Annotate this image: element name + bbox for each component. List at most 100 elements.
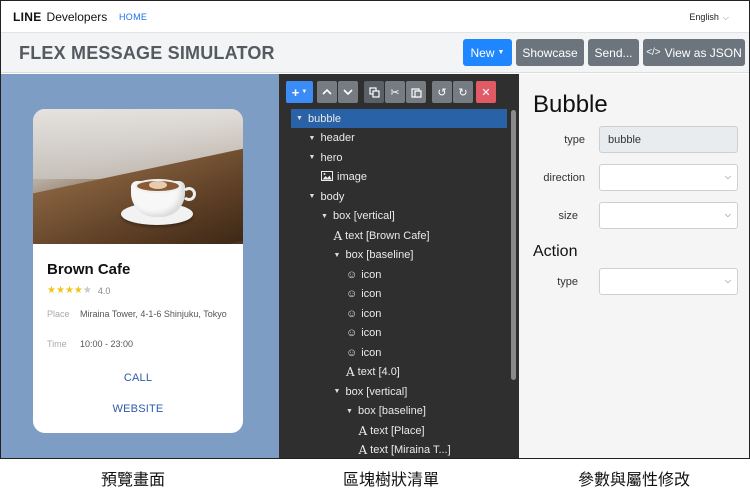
- undo-button[interactable]: ↺: [432, 81, 452, 103]
- smiley-icon: ☺: [346, 307, 358, 320]
- type-field: bubble: [599, 126, 738, 153]
- tree-node[interactable]: Atext [Brown Cafe]: [334, 226, 430, 245]
- add-component-button[interactable]: + ▼: [286, 81, 313, 103]
- brand-name: LINE: [13, 10, 42, 24]
- send-button[interactable]: Send...: [588, 39, 639, 66]
- tree-node-label: icon: [361, 346, 382, 359]
- tree-node-label: hero: [320, 151, 343, 164]
- view-json-button[interactable]: </> View as JSON: [643, 39, 745, 66]
- screenshot-figure: LINE Developers HOME English ⌵ FLEX MESSAG…: [0, 0, 750, 494]
- tree-node-label: box [vertical]: [333, 210, 395, 222]
- plus-icon: +: [291, 84, 300, 100]
- tree-node[interactable]: Atext [4.0]: [346, 363, 400, 382]
- caption-properties: 參數與屬性修改: [578, 470, 691, 489]
- size-select[interactable]: ⌵: [599, 202, 738, 229]
- chevron-down-icon: ⌵: [724, 172, 731, 181]
- action-type-select[interactable]: ⌵: [599, 268, 738, 295]
- tree-list: ▼ bubble ▼ header ▼ hero image ▼ body ▼ box [verti…: [291, 109, 508, 459]
- caption-tree: 區塊樹狀清單: [343, 470, 440, 489]
- tree-node[interactable]: ▼ hero: [309, 148, 343, 167]
- copy-icon: [368, 86, 380, 98]
- direction-label: direction: [543, 172, 585, 184]
- tree-node[interactable]: image: [321, 168, 367, 187]
- action-section-title: Action: [533, 243, 578, 260]
- app-window: LINE Developers HOME English ⌵ FLEX MESSAG…: [0, 0, 750, 459]
- tree-node[interactable]: ▼ bubble: [291, 109, 507, 128]
- caption-preview: 預覽畫面: [101, 470, 166, 489]
- tree-node[interactable]: Atext [Miraina T...]: [358, 441, 451, 459]
- brand-logo[interactable]: LINE Developers: [13, 10, 107, 24]
- language-selector[interactable]: English ⌵: [689, 12, 729, 23]
- tree-node-label: text [4.0]: [357, 366, 400, 378]
- action-type-label: type: [557, 276, 578, 288]
- page-title: FLEX MESSAGE SIMULATOR: [19, 43, 275, 63]
- redo-button[interactable]: ↻: [453, 81, 473, 103]
- tree-node[interactable]: ▼ body: [309, 187, 345, 206]
- hero-latte-art: [149, 181, 167, 189]
- undo-icon: ↺: [437, 86, 447, 99]
- tree-node-label: icon: [361, 307, 382, 320]
- showcase-button[interactable]: Showcase: [516, 39, 584, 66]
- move-down-button[interactable]: [338, 81, 358, 103]
- language-label: English: [689, 12, 719, 22]
- block-tree-panel: + ▼ ✂ ↺ ↻ ✕ ▼ bubble ▼ header ▼ hero ima…: [279, 74, 519, 459]
- simulator-header: FLEX MESSAGE SIMULATOR New ▼ Showcase Sen…: [1, 33, 749, 73]
- tree-node[interactable]: Atext [Place]: [359, 421, 425, 440]
- call-link[interactable]: CALL: [33, 372, 243, 384]
- tree-node[interactable]: ▼ box [baseline]: [334, 246, 414, 265]
- copy-button[interactable]: [364, 81, 384, 103]
- rating-value: 4.0: [97, 286, 111, 296]
- text-icon: A: [358, 423, 368, 438]
- tree-node-label: box [baseline]: [345, 249, 414, 261]
- place-label: Place: [47, 309, 70, 319]
- properties-panel: Bubble type bubble direction ⌵ size ⌵ Ac…: [519, 74, 749, 458]
- tree-node[interactable]: ☺ icon: [346, 285, 381, 304]
- move-up-button[interactable]: [317, 81, 337, 103]
- new-button[interactable]: New ▼: [463, 39, 512, 66]
- smiley-icon: ☺: [346, 288, 358, 300]
- component-title: Bubble: [533, 91, 608, 118]
- tree-node-label: text [Brown Cafe]: [345, 229, 430, 242]
- tree-node[interactable]: ☺ icon: [346, 265, 381, 284]
- paste-button[interactable]: [406, 81, 426, 103]
- tree-scrollbar[interactable]: [511, 110, 516, 380]
- paste-icon: [410, 87, 422, 98]
- place-value: Miraina Tower, 4-1-6 Shinjuku, Tokyo: [80, 309, 227, 319]
- cut-button[interactable]: ✂: [385, 81, 405, 103]
- smiley-icon: ☺: [346, 327, 358, 339]
- website-link[interactable]: WEBSITE: [33, 403, 243, 415]
- tree-node[interactable]: ▼ header: [309, 129, 355, 148]
- preview-panel: Brown Cafe ★ ★ ★ ★ ★ 4.0 Place Miraina Tower…: [1, 74, 279, 458]
- chevron-down-icon: ⌵: [724, 210, 731, 219]
- chevron-up-icon: [322, 88, 332, 95]
- tree-node-label: header: [320, 132, 355, 144]
- star-filled-icon: ★: [64, 285, 74, 296]
- expand-arrow-icon: ▼: [296, 115, 303, 122]
- chevron-down-icon: [343, 89, 353, 96]
- hero-cup-handle: [182, 187, 196, 201]
- tree-node-label: image: [337, 171, 367, 183]
- view-json-label: View as JSON: [664, 45, 742, 60]
- new-button-label: New: [470, 45, 495, 60]
- delete-button[interactable]: ✕: [476, 81, 496, 103]
- expand-arrow-icon: ▼: [321, 212, 328, 220]
- tree-node[interactable]: ☺ icon: [346, 304, 381, 323]
- tree-node-label: icon: [361, 268, 382, 281]
- direction-select[interactable]: ⌵: [599, 164, 738, 191]
- close-icon: ✕: [481, 86, 491, 99]
- type-value: bubble: [608, 133, 642, 146]
- text-icon: A: [333, 228, 343, 243]
- caret-down-icon: ▼: [301, 89, 308, 95]
- home-link[interactable]: HOME: [119, 12, 147, 22]
- star-rating: ★ ★ ★ ★ ★ 4.0: [47, 285, 110, 297]
- time-value: 10:00 - 23:00: [80, 339, 134, 349]
- text-icon: A: [358, 443, 368, 457]
- tree-node[interactable]: ☺ icon: [346, 343, 381, 362]
- expand-arrow-icon: ▼: [308, 134, 316, 142]
- tree-node[interactable]: ☺ icon: [346, 324, 381, 343]
- tree-node-label: box [baseline]: [358, 405, 426, 417]
- star-filled-icon: ★: [47, 285, 56, 296]
- tree-node[interactable]: ▼ box [vertical]: [334, 382, 408, 401]
- tree-node[interactable]: ▼ box [vertical]: [321, 207, 395, 226]
- tree-node[interactable]: ▼ box [baseline]: [346, 402, 426, 421]
